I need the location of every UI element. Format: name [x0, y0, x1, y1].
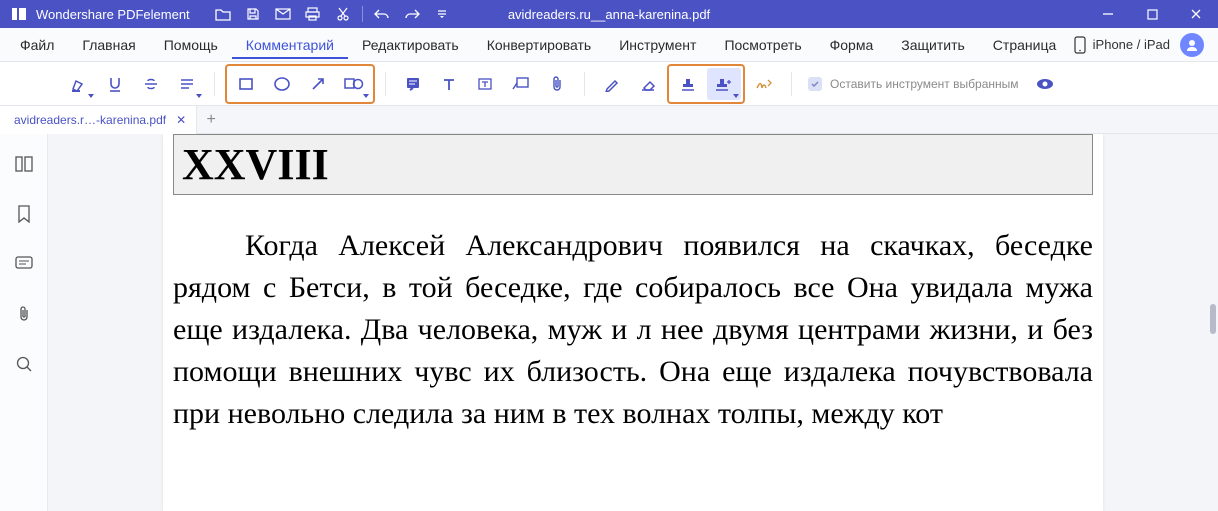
menu-home[interactable]: Главная	[68, 31, 149, 59]
document-tab[interactable]: avidreaders.r…-karenina.pdf ✕	[0, 106, 197, 134]
bookmark-icon[interactable]	[12, 202, 36, 226]
device-label: iPhone / iPad	[1093, 37, 1170, 52]
undo-icon[interactable]	[367, 0, 397, 28]
menu-view[interactable]: Посмотреть	[710, 31, 815, 59]
chapter-heading-box: XXVIII	[173, 134, 1093, 195]
squiggly-tool[interactable]	[170, 68, 204, 100]
open-folder-icon[interactable]	[208, 0, 238, 28]
underline-tool[interactable]	[98, 68, 132, 100]
phone-icon	[1073, 36, 1087, 54]
tab-close-icon[interactable]: ✕	[176, 113, 186, 127]
more-shapes-tool[interactable]	[337, 68, 371, 100]
user-avatar[interactable]	[1180, 33, 1204, 57]
stamp-tools-group	[667, 64, 745, 104]
eraser-tool[interactable]	[631, 68, 665, 100]
window-controls	[1086, 0, 1218, 28]
close-button[interactable]	[1174, 0, 1218, 28]
eye-icon[interactable]	[1035, 77, 1055, 91]
body-paragraph: Когда Алексей Александрович появился на …	[163, 225, 1103, 435]
keep-tool-label: Оставить инструмент выбранным	[830, 77, 1019, 91]
dropdown-icon[interactable]	[427, 0, 457, 28]
menu-form[interactable]: Форма	[816, 31, 888, 59]
signature-tool[interactable]	[747, 68, 781, 100]
custom-stamp-tool[interactable]	[707, 68, 741, 100]
comment-toolbar: Оставить инструмент выбранным	[0, 62, 1218, 106]
menu-edit[interactable]: Редактировать	[348, 31, 473, 59]
callout-tool[interactable]	[504, 68, 538, 100]
checkbox-icon[interactable]	[808, 77, 822, 91]
maximize-button[interactable]	[1130, 0, 1174, 28]
attachments-panel-icon[interactable]	[12, 302, 36, 326]
comments-panel-icon[interactable]	[12, 252, 36, 276]
document-canvas[interactable]: XXVIII Когда Алексей Александрович появи…	[48, 134, 1218, 511]
new-tab-button[interactable]: +	[197, 106, 225, 134]
workspace: XXVIII Когда Алексей Александрович появи…	[0, 134, 1218, 511]
attachment-tool[interactable]	[540, 68, 574, 100]
rectangle-tool[interactable]	[229, 68, 263, 100]
arrow-tool[interactable]	[301, 68, 335, 100]
menu-tool[interactable]: Инструмент	[605, 31, 710, 59]
menu-file[interactable]: Файл	[6, 31, 68, 59]
menubar: Файл Главная Помощь Комментарий Редактир…	[0, 28, 1218, 62]
app-name: Wondershare PDFelement	[36, 7, 190, 22]
stamp-tool[interactable]	[671, 68, 705, 100]
save-icon[interactable]	[238, 0, 268, 28]
scrollbar-thumb[interactable]	[1210, 304, 1216, 334]
titlebar: Wondershare PDFelement avidreaders.ru__a…	[0, 0, 1218, 28]
menu-convert[interactable]: Конвертировать	[473, 31, 606, 59]
menu-comment[interactable]: Комментарий	[232, 31, 348, 59]
menu-protect[interactable]: Защитить	[887, 31, 979, 59]
keep-tool-selected[interactable]: Оставить инструмент выбранным	[808, 77, 1055, 91]
shape-tools-group	[225, 64, 375, 104]
mail-icon[interactable]	[268, 0, 298, 28]
pencil-tool[interactable]	[595, 68, 629, 100]
chapter-heading: XXVIII	[182, 139, 1084, 190]
pdf-page: XXVIII Когда Алексей Александрович появи…	[163, 134, 1103, 511]
device-link[interactable]: iPhone / iPad	[1073, 36, 1170, 54]
oval-tool[interactable]	[265, 68, 299, 100]
tabbar: avidreaders.r…-karenina.pdf ✕ +	[0, 106, 1218, 134]
titlebar-quick-actions	[208, 0, 457, 28]
menu-page[interactable]: Страница	[979, 31, 1070, 59]
search-panel-icon[interactable]	[12, 352, 36, 376]
text-box-tool[interactable]	[468, 68, 502, 100]
text-tool[interactable]	[432, 68, 466, 100]
app-logo-icon	[10, 5, 28, 23]
tab-label: avidreaders.r…-karenina.pdf	[14, 113, 166, 127]
side-panel	[0, 134, 48, 511]
cut-icon[interactable]	[328, 0, 358, 28]
user-icon	[1185, 38, 1199, 52]
minimize-button[interactable]	[1086, 0, 1130, 28]
note-tool[interactable]	[396, 68, 430, 100]
thumbnails-icon[interactable]	[12, 152, 36, 176]
menu-help[interactable]: Помощь	[150, 31, 232, 59]
strikethrough-tool[interactable]	[134, 68, 168, 100]
redo-icon[interactable]	[397, 0, 427, 28]
print-icon[interactable]	[298, 0, 328, 28]
highlight-tool[interactable]	[62, 68, 96, 100]
